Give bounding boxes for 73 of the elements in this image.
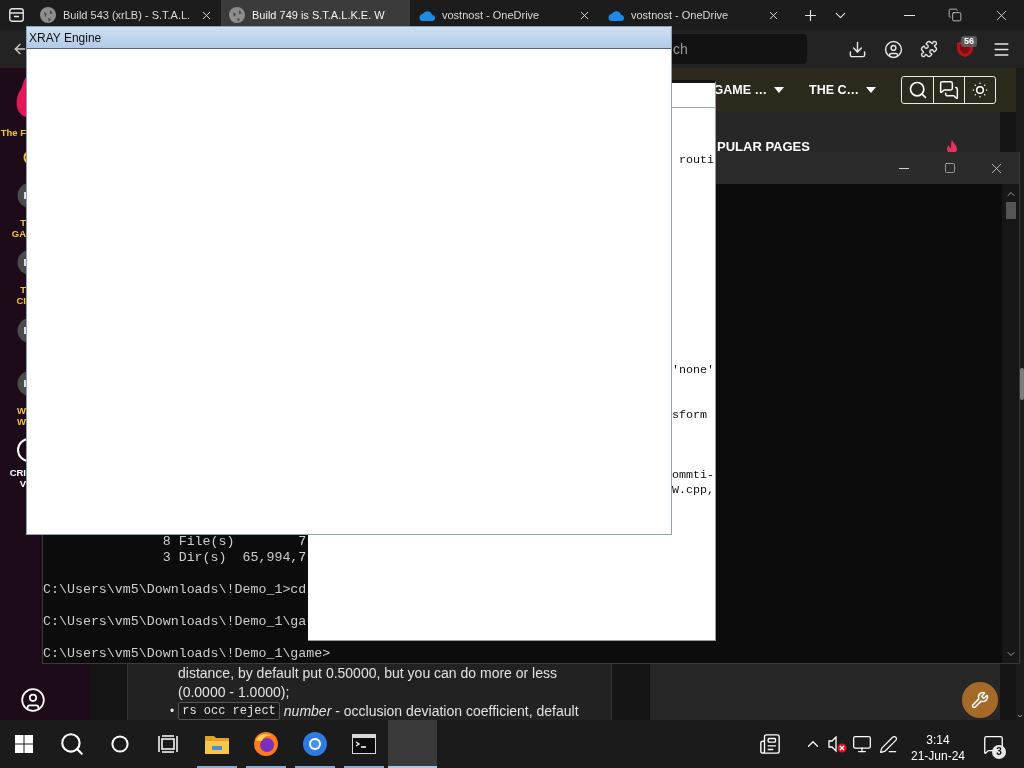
- bullet-text: number - occlusion deviation coefficient, default: [283, 702, 579, 720]
- tab-list-icon: [8, 8, 24, 22]
- sidebar-label[interactable]: CI: [16, 295, 26, 306]
- scrollbar-thumb[interactable]: [1020, 368, 1024, 400]
- browser-tab[interactable]: vostnost - OneDrive: [410, 0, 599, 30]
- notification-badge: 3: [992, 745, 1006, 759]
- wrench-icon: [971, 691, 989, 709]
- article-paragraph: distance, by default put 0.50000, but you can do more or less (0.0000 - 1.0000);: [178, 664, 559, 702]
- browser-tab[interactable]: Build 543 (xrLB) - S.T.A.L.: [32, 0, 221, 30]
- sidebar-label[interactable]: V: [19, 478, 26, 489]
- sun-icon: [970, 80, 990, 100]
- start-icon: [15, 735, 33, 753]
- browser-icon: [302, 732, 327, 756]
- text-line: ommti-: [672, 468, 715, 483]
- console-line: C:\Users\vm5\Downloads\!Demo_1>cd: [43, 582, 307, 598]
- nav-menu-link[interactable]: THE C…: [809, 83, 876, 97]
- download-icon: [847, 39, 867, 59]
- sidebar-label[interactable]: CRI: [9, 467, 26, 478]
- section-heading: PULAR PAGES: [717, 140, 810, 154]
- chevron-down-icon: [1016, 712, 1024, 720]
- inline-code: rs occ reject: [178, 702, 280, 720]
- console-line: 8 File(s) 7: [162, 534, 307, 550]
- restore-icon: [948, 8, 962, 22]
- caret-icon: [774, 87, 784, 93]
- terminal-icon: [351, 734, 376, 754]
- browser-tab[interactable]: vostnost - OneDrive: [599, 0, 788, 30]
- bullet-mark: •: [170, 703, 175, 720]
- text-line: W.cpp,: [672, 483, 715, 498]
- address-field[interactable]: ch: [672, 34, 807, 64]
- scrollbar-thumb[interactable]: [1005, 202, 1016, 219]
- flame-icon: [16, 77, 26, 117]
- console-line: 3 Dir(s) 65,994,7: [162, 550, 307, 566]
- minimize-icon: [903, 14, 915, 16]
- ball-icon: [40, 7, 56, 23]
- sidebar-label[interactable]: The F: [0, 127, 26, 138]
- console-line: C:\Users\vm5\Downloads\!Demo_1\game>: [43, 646, 331, 662]
- browser-icon: [253, 732, 278, 756]
- sidebar-label[interactable]: W: [17, 405, 26, 416]
- back-button[interactable]: [12, 41, 28, 57]
- search-icon: [907, 80, 928, 100]
- ring-icon: [111, 735, 129, 753]
- caret-icon: [866, 87, 876, 93]
- cloud-icon: [607, 9, 624, 21]
- ring-icon: [22, 150, 26, 165]
- text-line: 'none': [672, 363, 715, 378]
- clock-button[interactable]: 3:14 21-Jun-24: [901, 720, 975, 768]
- notifications-button[interactable]: 3: [975, 720, 1011, 768]
- console-line: C:\Users\vm5\Downloads\!Demo_1\ga: [43, 614, 307, 630]
- sidebar-label[interactable]: W: [17, 416, 26, 427]
- puzzle-icon: [920, 40, 938, 58]
- maximize-icon: [944, 162, 956, 174]
- chat-icon: [939, 80, 959, 100]
- taskbar-app-button[interactable]: [388, 720, 437, 768]
- sidebar-label[interactable]: GA: [11, 228, 26, 239]
- extension-button[interactable]: 56: [947, 33, 983, 65]
- task-view-icon: [158, 735, 178, 753]
- minimize-icon: [899, 167, 909, 169]
- text-line: routi: [679, 153, 715, 168]
- account-icon: [883, 39, 903, 59]
- window-title: XRAY Engine: [29, 30, 102, 45]
- ball-icon: [229, 7, 245, 23]
- monitor-icon: [852, 734, 872, 754]
- text-line: sform: [672, 408, 708, 423]
- folder-icon: [204, 734, 229, 754]
- sidebar-label[interactable]: T: [20, 284, 26, 295]
- user-icon: [20, 687, 46, 713]
- user-button[interactable]: [20, 687, 46, 713]
- sidebar-label[interactable]: T: [20, 217, 26, 228]
- extension-badge: 56: [961, 36, 977, 47]
- search-icon: [59, 731, 85, 757]
- news-icon: [759, 733, 781, 755]
- pen-icon: [878, 734, 898, 754]
- cloud-icon: [418, 9, 435, 21]
